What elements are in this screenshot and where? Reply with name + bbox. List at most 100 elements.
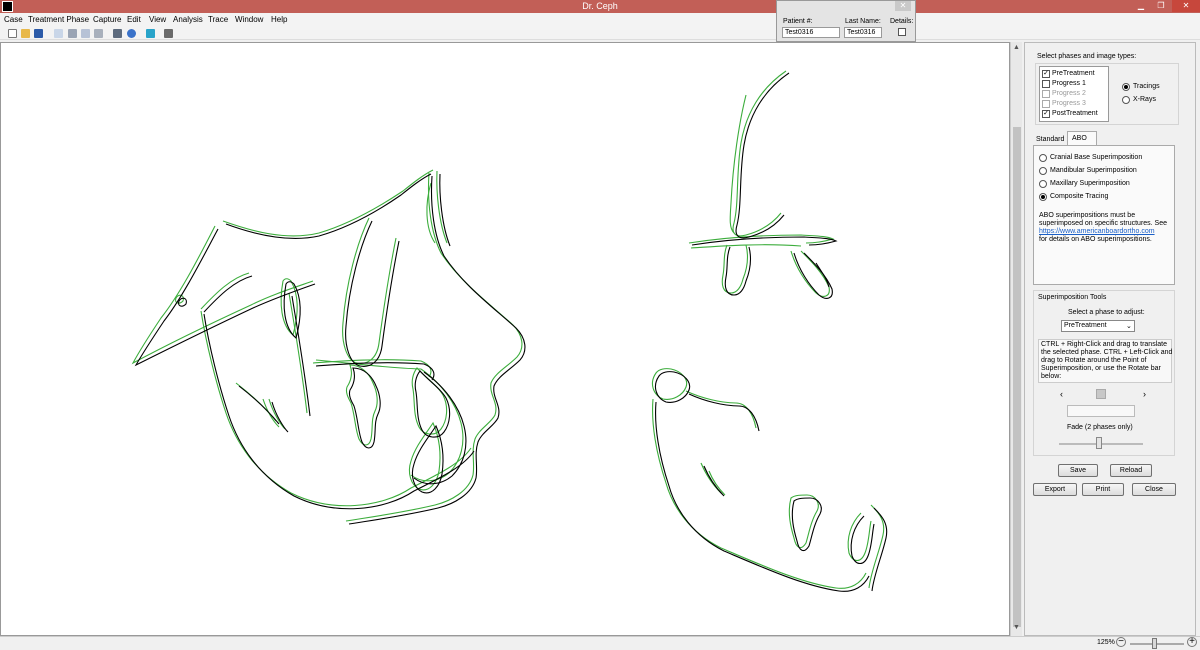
tab-abo[interactable]: ABO — [1067, 131, 1097, 145]
select-phase-label: Select a phase to adjust: — [1068, 309, 1145, 316]
patient-id-field[interactable]: Test0316 — [782, 27, 840, 38]
phase-dropdown-value: PreTreatment — [1064, 322, 1107, 329]
mandibular-label: Mandibular Superimposition — [1050, 167, 1137, 174]
open-folder-icon[interactable] — [21, 29, 30, 38]
skull-tracing-pre — [134, 173, 526, 525]
fade-label: Fade (2 phases only) — [1067, 424, 1133, 431]
maxillary-label: Maxillary Superimposition — [1050, 180, 1130, 187]
menu-trace[interactable]: Trace — [208, 15, 228, 24]
scroll-thumb[interactable] — [1013, 127, 1021, 627]
menu-analysis[interactable]: Analysis — [173, 15, 203, 24]
scroll-up-icon[interactable]: ▲ — [1013, 44, 1020, 51]
copy-doc-icon[interactable] — [54, 29, 63, 38]
tools-label: Superimposition Tools — [1038, 294, 1107, 301]
print-button[interactable]: Print — [1082, 483, 1124, 496]
copy-icon[interactable] — [81, 29, 90, 38]
cranial-base-radio[interactable] — [1039, 154, 1047, 162]
zoom-out-button[interactable]: − — [1116, 637, 1126, 647]
menu-edit[interactable]: Edit — [127, 15, 141, 24]
instructions-line-5: below: — [1041, 373, 1062, 380]
status-bar: 125% − + — [0, 636, 1200, 650]
save-button[interactable]: Save — [1058, 464, 1098, 477]
details-checkbox[interactable] — [898, 28, 906, 36]
control-panel: Select phases and image types: ✓ PreTrea… — [1024, 42, 1196, 636]
export-button[interactable]: Export — [1033, 483, 1077, 496]
patient-info-panel: ✕ Patient #: Last Name: Details: Test031… — [776, 0, 916, 42]
tab-abo-label: ABO — [1072, 135, 1087, 142]
phase-checkbox-progress-3 — [1042, 100, 1050, 108]
composite-tracing-radio[interactable] — [1039, 193, 1047, 201]
composite-tracing-label: Composite Tracing — [1050, 193, 1109, 200]
mandible-tracing-post — [651, 368, 885, 589]
rotate-left-icon[interactable]: ‹ — [1060, 389, 1063, 399]
xrays-radio[interactable] — [1122, 96, 1130, 104]
phase-label-posttreatment: PostTreatment — [1052, 110, 1098, 117]
fade-slider-thumb[interactable] — [1096, 437, 1102, 449]
abo-note-line-2: superimposed on specific structures. See — [1039, 220, 1168, 227]
cranial-base-label: Cranial Base Superimposition — [1050, 154, 1143, 161]
tracings-label: Tracings — [1133, 83, 1160, 90]
skull-tracing-post — [131, 169, 523, 522]
menu-bar: Case Treatment Phase Capture Edit View A… — [0, 13, 1200, 27]
maxilla-tracing-post — [688, 70, 835, 297]
close-button[interactable]: Close — [1132, 483, 1176, 496]
close-window-button[interactable]: ✕ — [1172, 0, 1200, 12]
capture-icon[interactable] — [146, 29, 155, 38]
help-icon[interactable] — [127, 29, 136, 38]
menu-window[interactable]: Window — [235, 15, 263, 24]
phase-checkbox-progress-1[interactable] — [1042, 80, 1050, 88]
phase-label-progress-3: Progress 3 — [1052, 100, 1086, 107]
instructions-line-2: the selected phase. CTRL + Left-Click an… — [1041, 349, 1173, 356]
reload-button[interactable]: Reload — [1110, 464, 1152, 477]
paste-icon[interactable] — [94, 29, 103, 38]
menu-help[interactable]: Help — [271, 15, 287, 24]
phase-label-progress-1: Progress 1 — [1052, 80, 1086, 87]
phase-dropdown[interactable]: PreTreatment ⌄ — [1061, 320, 1135, 332]
abo-note-line-3: for details on ABO superimpositions. — [1039, 236, 1152, 243]
tracing-canvas[interactable] — [0, 42, 1010, 636]
rotate-right-icon[interactable]: › — [1143, 389, 1146, 399]
phase-group: ✓ PreTreatment Progress 1 Progress 2 Pro… — [1035, 63, 1179, 125]
abo-link[interactable]: https://www.americanboardortho.com — [1039, 228, 1155, 235]
zoom-level: 125% — [1097, 639, 1115, 646]
canvas-scrollbar[interactable]: ▲ ▼ — [1010, 42, 1022, 636]
instructions-box: CTRL + Right-Click and drag to translate… — [1038, 339, 1172, 383]
patient-id-label: Patient #: — [783, 18, 813, 25]
save-icon[interactable] — [34, 29, 43, 38]
instructions-line-3: drag to Rotate around the Point of — [1041, 357, 1147, 364]
maximize-icon[interactable]: ❐ — [1152, 0, 1170, 12]
new-file-icon[interactable] — [8, 29, 17, 38]
phase-label-pretreatment: PreTreatment — [1052, 70, 1095, 77]
menu-view[interactable]: View — [149, 15, 166, 24]
zoom-in-button[interactable]: + — [1187, 637, 1197, 647]
abo-note-line-1: ABO superimpositions must be — [1039, 212, 1136, 219]
analysis-icon[interactable] — [164, 29, 173, 38]
phase-checkbox-posttreatment[interactable]: ✓ — [1042, 110, 1050, 118]
menu-case[interactable]: Case — [4, 15, 23, 24]
tracings-radio[interactable] — [1122, 83, 1130, 91]
rotate-slider-thumb[interactable] — [1096, 389, 1106, 399]
minimize-icon[interactable]: ▁ — [1132, 0, 1150, 12]
phase-checkbox-pretreatment[interactable]: ✓ — [1042, 70, 1050, 78]
zoom-slider-thumb[interactable] — [1152, 638, 1157, 649]
zoom-slider[interactable] — [1130, 643, 1184, 645]
rotate-value-box — [1067, 405, 1135, 417]
phase-checkbox-progress-2 — [1042, 90, 1050, 98]
phase-label-progress-2: Progress 2 — [1052, 90, 1086, 97]
chevron-down-icon: ⌄ — [1126, 323, 1132, 330]
cut-icon[interactable] — [68, 29, 77, 38]
xrays-label: X-Rays — [1133, 96, 1156, 103]
window-title: Dr. Ceph — [582, 1, 618, 11]
instructions-line-4: Superimposition, or use the Rotate bar — [1041, 365, 1161, 372]
menu-capture[interactable]: Capture — [93, 15, 121, 24]
last-name-field[interactable]: Test0316 — [844, 27, 882, 38]
menu-treatment-phase[interactable]: Treatment Phase — [28, 15, 89, 24]
popup-close-button[interactable]: ✕ — [895, 1, 911, 11]
superimposition-tools-group: Superimposition Tools Select a phase to … — [1033, 290, 1175, 456]
phase-list: ✓ PreTreatment Progress 1 Progress 2 Pro… — [1039, 66, 1109, 122]
mandibular-radio[interactable] — [1039, 167, 1047, 175]
scroll-down-icon[interactable]: ▼ — [1013, 624, 1020, 631]
maxillary-radio[interactable] — [1039, 180, 1047, 188]
tab-standard[interactable]: Standard — [1036, 136, 1064, 143]
print-icon[interactable] — [113, 29, 122, 38]
